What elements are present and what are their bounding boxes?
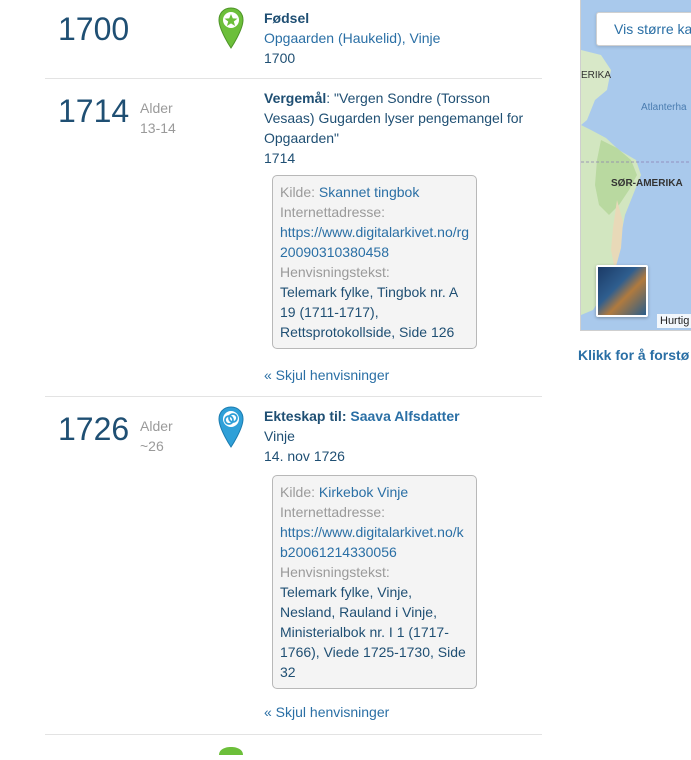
event-year: 1726	[58, 411, 130, 447]
map-caption-link[interactable]: Klikk for å forstø	[578, 347, 689, 363]
hide-references-link[interactable]: « Skjul henvisninger	[264, 367, 389, 383]
map-panel[interactable]: Vis større ka ERIKA Atlanterha SØR-AMERI…	[580, 0, 691, 331]
source-ref-text: Telemark fylke, Tingbok nr. A 19 (1711-1…	[280, 284, 458, 340]
event-content: Fødsel Opgaarden (Haukelid), Vinje 1700	[264, 8, 534, 68]
map-label-atlantic: Atlanterha	[641, 102, 687, 113]
age-label: Alder	[140, 100, 173, 116]
source-kilde-label: Kilde:	[280, 184, 316, 200]
event-year: 1714	[58, 93, 130, 129]
map-enlarge-button[interactable]: Vis større ka	[596, 12, 691, 46]
source-kilde-link[interactable]: Skannet tingbok	[319, 184, 419, 200]
source-ref-label: Henvisningstekst:	[280, 564, 390, 580]
source-box: Kilde: Skannet tingbok Internettadresse:…	[272, 175, 477, 349]
spouse-link[interactable]: Saava Alfsdatter	[350, 408, 459, 424]
event-date: 14. nov 1726	[264, 448, 345, 464]
event-date: 1714	[264, 150, 296, 166]
next-event-pin-icon	[217, 742, 245, 760]
satellite-view-toggle[interactable]	[596, 265, 648, 317]
source-ref-text: Telemark fylke, Vinje, Nesland, Rauland …	[280, 584, 466, 680]
birth-pin-icon	[217, 6, 245, 55]
age-label: Alder	[140, 418, 173, 434]
event-guardianship: 1714 Alder 13-14 Vergemål: "Vergen Sondr…	[45, 78, 542, 397]
event-year: 1700	[58, 11, 130, 47]
event-date: 1700	[264, 50, 296, 66]
source-ref-label: Henvisningstekst:	[280, 264, 390, 280]
source-url-label: Internettadresse:	[280, 504, 386, 520]
event-title: Ekteskap til:	[264, 408, 347, 424]
event-age: Alder ~26	[140, 416, 173, 456]
map-label-south-america: SØR-AMERIKA	[611, 178, 683, 189]
source-url-label: Internettadresse:	[280, 204, 386, 220]
event-place-link[interactable]: Opgaarden (Haukelid), Vinje	[264, 28, 534, 48]
event-content: Vergemål: "Vergen Sondre (Torsson Vesaas…	[264, 88, 534, 168]
event-title: Vergemål	[264, 90, 327, 106]
source-url-link[interactable]: https://www.digitalarkivet.no/kb20061214…	[280, 522, 470, 562]
source-url-link[interactable]: https://www.digitalarkivet.no/rg20090310…	[280, 222, 470, 262]
source-box: Kilde: Kirkebok Vinje Internettadresse: …	[272, 475, 477, 689]
hide-references-link[interactable]: « Skjul henvisninger	[264, 704, 389, 720]
event-content: Ekteskap til: Saava Alfsdatter Vinje 14.…	[264, 406, 534, 466]
event-age: Alder 13-14	[140, 98, 176, 138]
event-place: Vinje	[264, 428, 295, 444]
marriage-pin-icon	[217, 405, 245, 454]
map-attribution[interactable]: Hurtig	[657, 314, 691, 328]
map-label-america: ERIKA	[581, 70, 612, 81]
timeline: 1700 Fødsel Opgaarden (Haukelid), Vinje …	[0, 0, 560, 755]
event-title: Fødsel	[264, 10, 310, 26]
source-kilde-link[interactable]: Kirkebok Vinje	[319, 484, 408, 500]
age-value: ~26	[140, 438, 164, 454]
event-marriage: 1726 Alder ~26 Ekteskap til: Saava Alfsd…	[45, 396, 542, 735]
event-birth: 1700 Fødsel Opgaarden (Haukelid), Vinje …	[45, 0, 542, 79]
source-kilde-label: Kilde:	[280, 484, 316, 500]
age-value: 13-14	[140, 120, 176, 136]
